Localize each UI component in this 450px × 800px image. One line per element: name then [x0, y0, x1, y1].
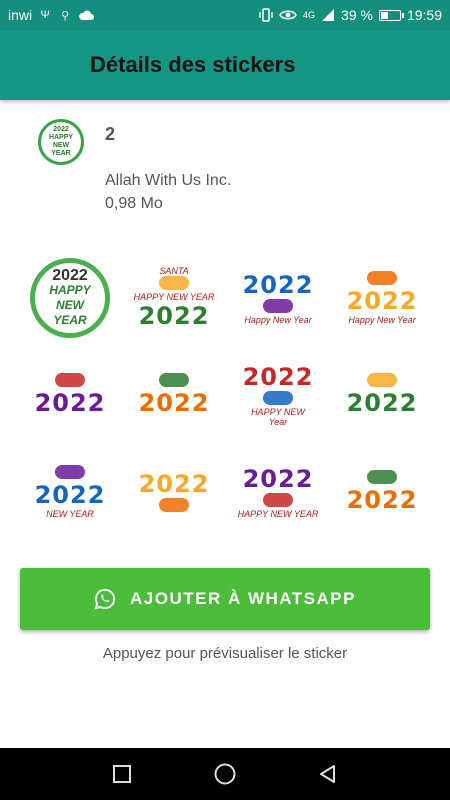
vibrate-icon: [259, 8, 273, 22]
battery-icon: [378, 9, 404, 21]
sticker-text: HAPPY NEW: [251, 407, 305, 417]
status-bar: inwi Ψ ⚲ 4G 39 % 19:59: [0, 0, 450, 30]
sticker-text: 2022: [242, 271, 314, 299]
sticker-text: YEAR: [53, 313, 87, 327]
sticker-item[interactable]: 2022: [24, 349, 116, 441]
pack-icon-line: YEAR: [51, 150, 71, 157]
sticker-text: HAPPY NEW YEAR: [133, 292, 215, 302]
sticker-item[interactable]: 2022 HAPPY NEW Year: [232, 349, 324, 441]
sticker-item[interactable]: 2022 HAPPY NEW YEAR: [24, 252, 116, 344]
cloud-icon: [79, 10, 95, 20]
network-type: 4G: [303, 10, 316, 20]
circle-icon: [214, 763, 236, 785]
gift-icon: [263, 299, 293, 313]
circle-badge-icon: 2022 HAPPY NEW YEAR: [30, 258, 110, 338]
santa-icon: [367, 373, 397, 387]
carrier-label: inwi: [8, 7, 33, 23]
sticker-text: 2022: [138, 389, 210, 417]
sticker-text: 2022: [242, 363, 314, 391]
sticker-item[interactable]: 2022: [336, 446, 428, 538]
sticker-item[interactable]: 2022: [128, 446, 220, 538]
sticker-text: 2022: [34, 481, 106, 509]
home-button[interactable]: [210, 759, 240, 789]
whatsapp-icon: [94, 588, 116, 610]
preview-hint: Appuyez pour prévisualiser le sticker: [102, 645, 348, 662]
square-icon: [112, 765, 131, 783]
pack-name: 2: [105, 124, 116, 144]
back-button[interactable]: [313, 759, 343, 789]
eye-icon: [279, 10, 297, 20]
pack-icon-line: 2022: [53, 126, 69, 133]
sticker-text: Year: [268, 417, 288, 427]
sticker-item[interactable]: 2022 Happy New Year: [336, 252, 428, 344]
sticker-grid: 2022 HAPPY NEW YEAR SANTA HAPPY NEW YEAR 2022…: [18, 248, 432, 566]
sticker-text: Happy New Year: [348, 315, 416, 325]
stockings-icon: [159, 498, 189, 512]
sticker-item[interactable]: 2022: [24, 543, 116, 566]
back-triangle-icon: [320, 765, 336, 783]
pine-icon: [263, 391, 293, 405]
battery-fill: [380, 11, 388, 19]
sticker-item[interactable]: 2022: [336, 349, 428, 441]
sticker-item[interactable]: 2022 NEW YEAR: [24, 446, 116, 538]
sticker-text: HAPPY NEW YEAR: [237, 509, 319, 519]
sticker-text: Happy New Year: [244, 315, 312, 325]
text-icon: [55, 465, 85, 479]
add-to-whatsapp-button[interactable]: AJOUTER À WHATSAPP: [20, 568, 430, 630]
wreath-icon: [159, 373, 189, 387]
app-bar: Détails des stickers: [0, 30, 450, 100]
sticker-text: HAPPY NEW: [49, 283, 91, 312]
signal-icon: [322, 9, 335, 21]
pack-tray-icon: 2022 HAPPY NEW YEAR: [38, 119, 84, 165]
pack-publisher: Allah With Us Inc.: [105, 172, 232, 189]
sticker-item[interactable]: 2022 Happy New Year: [232, 252, 324, 344]
clock: 19:59: [406, 7, 442, 23]
sticker-item[interactable]: SANTA HAPPY NEW YEAR 2022: [128, 252, 220, 344]
pack-icon-line: NEW: [52, 142, 70, 149]
pack-size: 0,98 Mo: [105, 195, 163, 212]
sticker-text: 2022: [138, 302, 210, 330]
sticker-item[interactable]: 2022: [232, 543, 324, 566]
battery-percent: 39 %: [341, 7, 373, 23]
sticker-text: NEW YEAR: [46, 509, 94, 519]
navigation-bar: [0, 748, 450, 800]
psi-icon: Ψ: [40, 9, 50, 21]
sticker-item[interactable]: [128, 543, 220, 566]
sticker-text: 2022: [346, 287, 418, 315]
sticker-text: 2022: [34, 389, 106, 417]
snow-icon: [263, 493, 293, 507]
sticker-text: 2022: [346, 389, 418, 417]
sticker-item[interactable]: 2022: [128, 349, 220, 441]
usb-icon: ⚲: [61, 9, 70, 22]
snowmen-icon: [55, 373, 85, 387]
sticker-text: 2022: [52, 267, 88, 284]
snowman-icon: [159, 276, 189, 290]
sticker-text: SANTA: [159, 266, 189, 276]
pack-icon-line: HAPPY: [48, 134, 74, 141]
sticker-item[interactable]: 2022 HAPPY NEW YEAR: [232, 446, 324, 538]
sticker-text: 2022: [242, 465, 314, 493]
sticker-text: 2022: [346, 486, 418, 514]
bells-icon: [367, 271, 397, 285]
add-button-label: AJOUTER À WHATSAPP: [130, 589, 356, 608]
page-title: Détails des stickers: [90, 52, 296, 77]
sticker-text: 2022: [138, 470, 210, 498]
balloons-icon: [367, 470, 397, 484]
recents-button[interactable]: [107, 759, 137, 789]
